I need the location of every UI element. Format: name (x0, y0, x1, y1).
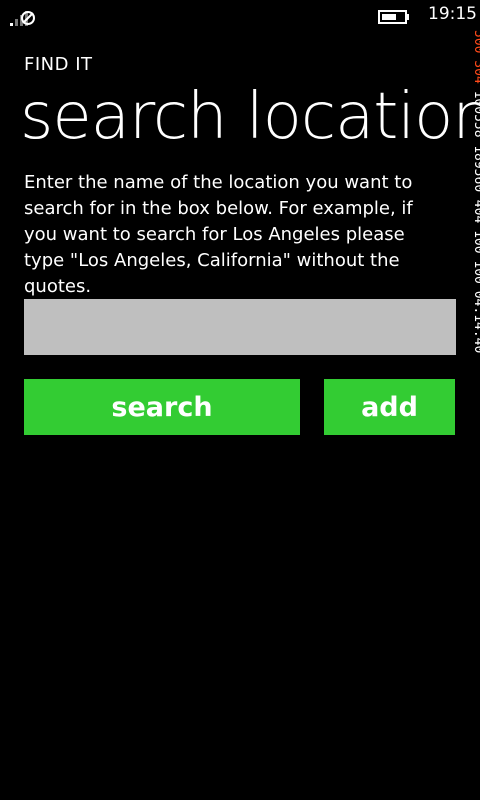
debug-counter-6: 100 (471, 260, 480, 283)
debug-counter-1: 304 (471, 60, 480, 84)
page-title: search location (20, 80, 480, 154)
app-title: FIND IT (24, 54, 93, 75)
signal-off-icon (10, 11, 35, 26)
debug-counter-7: 04:14:40 (471, 291, 480, 354)
debug-counter-0: 500 (471, 30, 480, 53)
add-button[interactable]: add (324, 379, 455, 435)
search-button[interactable]: search (24, 379, 300, 435)
status-bar: 19:15 (0, 0, 480, 32)
debug-counter-2: 100558 (471, 91, 480, 138)
debug-counter-3: 189560 (471, 145, 480, 192)
search-input[interactable] (24, 299, 456, 355)
debug-counter-5: 100 (471, 230, 480, 253)
instructions-text: Enter the name of the location you want … (24, 172, 413, 297)
debug-counters: 500 304 100558 189560 404 100 100 04:14:40 (471, 30, 480, 354)
clock: 19:15 (428, 4, 477, 24)
battery-icon (378, 10, 409, 24)
debug-counter-4: 404 (471, 200, 480, 224)
